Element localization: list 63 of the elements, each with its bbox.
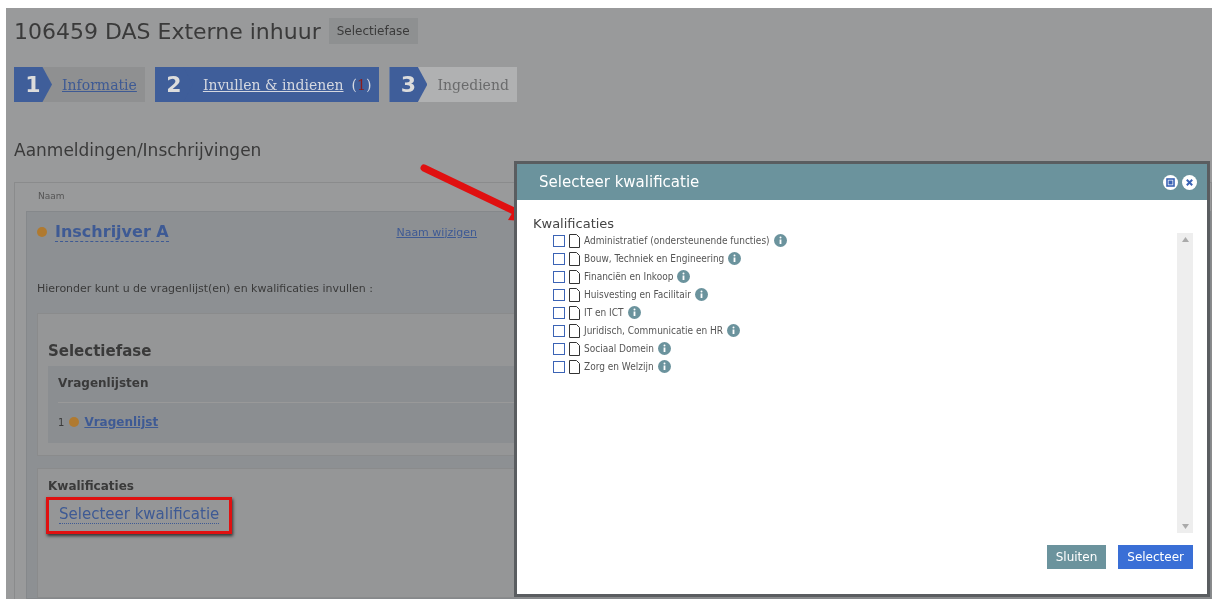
step-tab[interactable]: 1 Informatie [14,67,145,102]
rename-link[interactable]: Naam wijzigen [396,225,477,239]
document-icon [569,251,580,266]
checkbox[interactable] [553,342,565,355]
checkbox[interactable] [553,234,565,247]
document-icon [569,287,580,302]
step-number: 3 [389,67,428,102]
info-icon[interactable] [627,306,641,319]
step-link[interactable]: Informatie [58,67,145,102]
dialog-title: Selecteer kwalificatie [539,173,700,191]
document-icon [569,341,580,356]
qualification-label: IT en ICT [584,307,624,318]
info-icon[interactable] [727,324,741,337]
qualifications-title: Kwalificaties [48,479,134,493]
info-icon[interactable] [657,360,671,373]
info-icon[interactable] [695,288,709,301]
step-link[interactable]: Invullen & indienen [198,67,352,102]
checkbox[interactable] [553,306,565,319]
checkbox[interactable] [553,252,565,265]
checkbox[interactable] [553,324,565,337]
qualification-label: Huisvesting en Facilitair [584,289,692,300]
document-icon [569,359,580,374]
close-icon[interactable] [1182,174,1197,190]
step-number: 1 [14,67,52,102]
qualification-label: Sociaal Domein [584,343,654,354]
select-button[interactable]: Selecteer [1118,545,1193,569]
questionnaire-link[interactable]: Vragenlijst [84,415,159,429]
document-icon [569,323,580,338]
scroll-down-icon[interactable] [1181,524,1189,529]
qualification-label: Juridisch, Communicatie en HR [584,325,724,336]
scroll-up-icon[interactable] [1181,237,1189,242]
info-icon[interactable] [728,252,742,265]
info-icon[interactable] [658,342,671,355]
section-title: Aanmeldingen/Inschrijvingen [14,140,263,160]
status-dot [37,227,47,237]
qualification-label: Administratief (ondersteunende functies) [584,235,770,246]
page-title: 106459 DAS Externe inhuur [14,18,321,44]
document-icon [569,305,580,320]
close-button[interactable]: Sluiten [1046,545,1107,569]
step-tab[interactable]: 2 Invullen & indienen (1) [154,67,380,102]
instruction-text: Hieronder kunt u de vragenlijst(en) en kwalificaties invullen : [37,282,373,295]
entrant-link[interactable]: Inschrijver A [55,222,169,242]
list-label: Kwalificaties [533,216,616,231]
qualification-label: Zorg en Welzijn [584,361,654,372]
document-icon [569,269,580,284]
document-icon [569,233,580,248]
info-icon[interactable] [773,234,787,247]
maximize-icon[interactable] [1163,174,1178,190]
phase-title: Selectiefase [48,342,152,360]
checkbox[interactable] [553,288,565,301]
step-count: (1) [351,75,373,95]
select-qualification-link[interactable]: Selecteer kwalificatie [59,505,220,524]
checkbox[interactable] [553,360,565,373]
phase-badge: Selectiefase [328,18,418,44]
checkbox[interactable] [553,270,565,283]
status-dot [69,417,80,427]
column-header: Naam [38,191,66,201]
questionnaires-header: Vragenlijsten [58,376,149,390]
qualification-label: Financiën en Inkoop [584,271,674,282]
qualification-label: Bouw, Techniek en Engineering [584,253,725,264]
row-number: 1 [58,416,65,428]
info-icon[interactable] [677,270,691,283]
scrollbar[interactable] [1177,233,1193,533]
